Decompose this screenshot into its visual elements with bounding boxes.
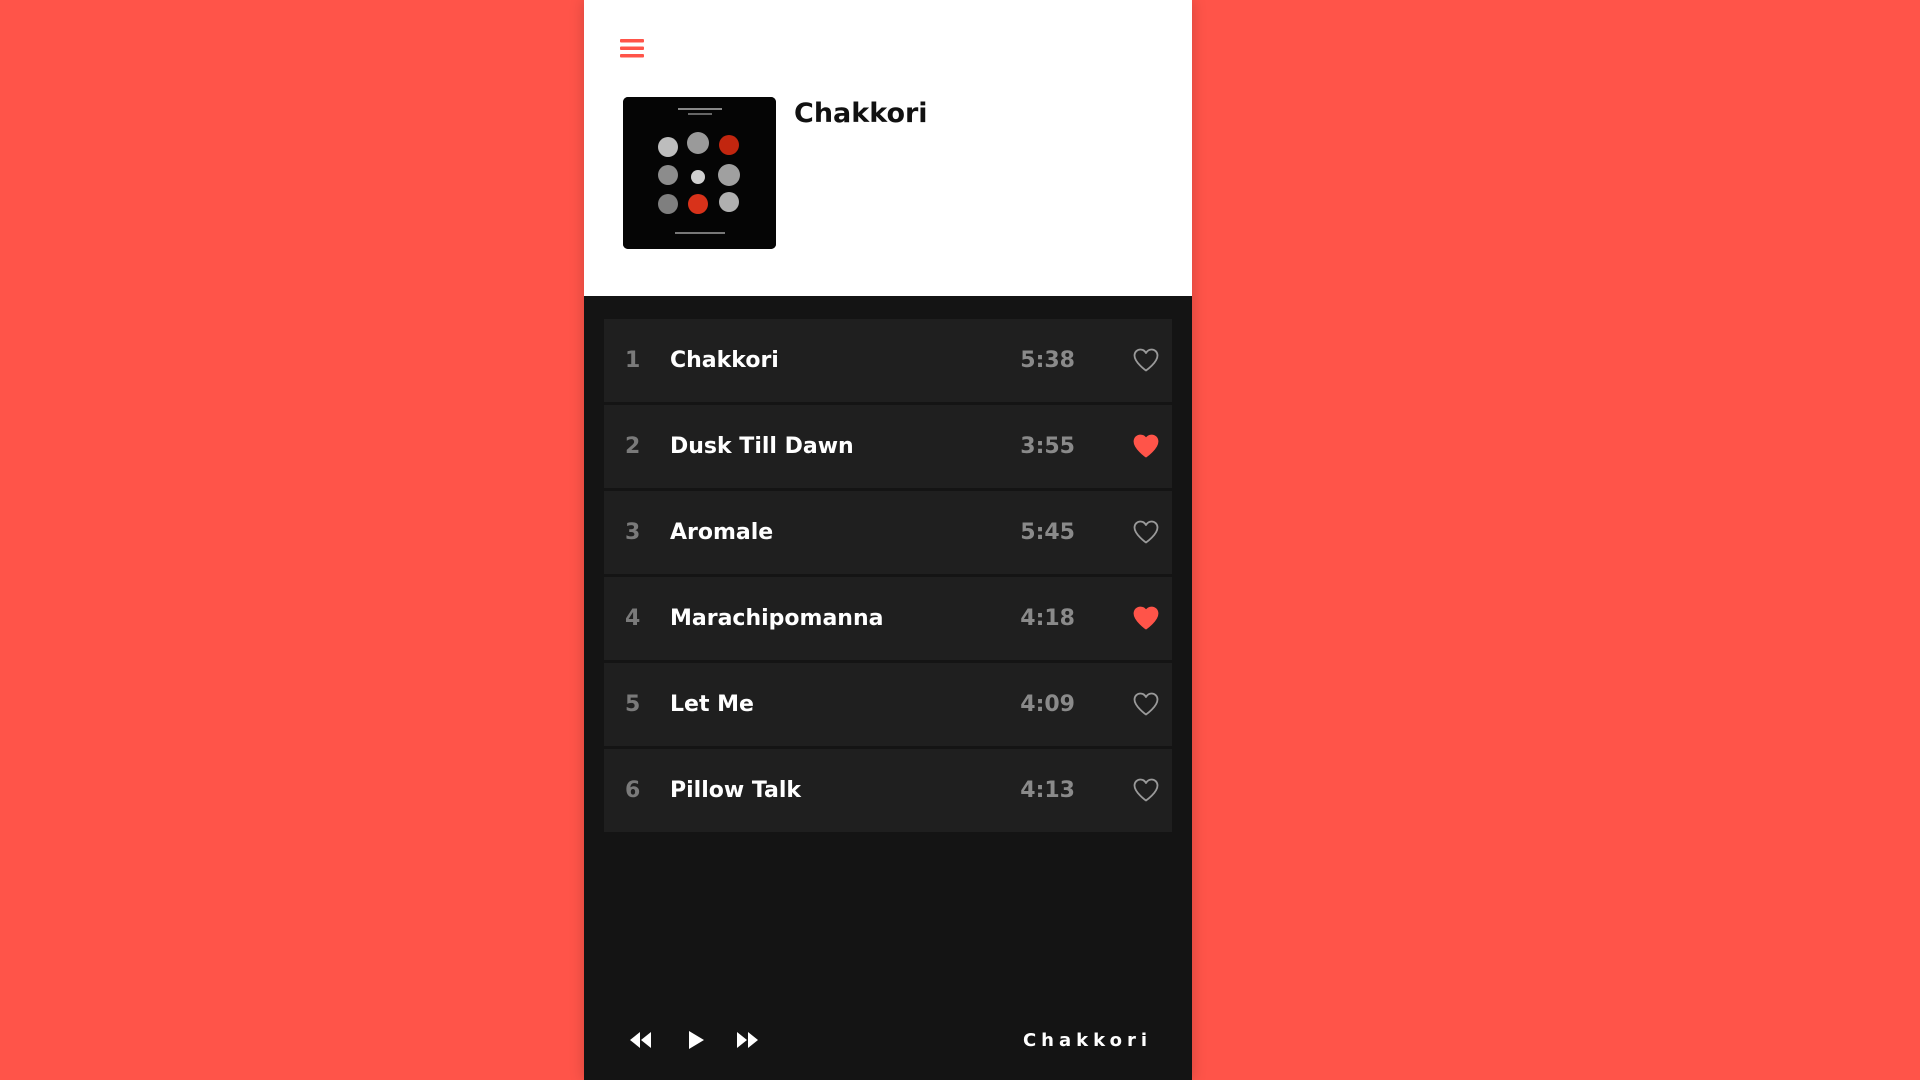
track-number: 4 [625,606,641,631]
heart-filled-icon[interactable] [1132,433,1160,459]
track-list: 1 Chakkori 5:38 2 Dusk Till Dawn 3:55 3 Aromale… [604,319,1172,835]
track-title: Dusk Till Dawn [670,434,854,459]
track-title: Pillow Talk [670,778,802,803]
track-duration: 3:55 [1020,434,1075,459]
track-duration: 4:13 [1020,778,1075,803]
track-row[interactable]: 3 Aromale 5:45 [604,491,1172,574]
player-controls: Chakkori [584,1000,1192,1080]
album-cover [623,97,776,249]
hamburger-menu-icon[interactable] [619,36,645,60]
fast-forward-icon[interactable] [734,1028,760,1052]
play-icon[interactable] [683,1028,709,1052]
track-duration: 5:38 [1020,348,1075,373]
rewind-icon[interactable] [628,1028,654,1052]
track-row[interactable]: 5 Let Me 4:09 [604,663,1172,746]
track-row[interactable]: 6 Pillow Talk 4:13 [604,749,1172,832]
track-number: 6 [625,778,641,803]
album-title: Chakkori [794,98,928,129]
music-player-app: Chakkori 1 Chakkori 5:38 2 Dusk Till Dawn 3:5… [584,0,1192,1080]
track-duration: 4:18 [1020,606,1075,631]
track-title: Chakkori [670,348,779,373]
track-title: Marachipomanna [670,606,884,631]
track-number: 2 [625,434,641,459]
track-row[interactable]: 2 Dusk Till Dawn 3:55 [604,405,1172,488]
heart-outline-icon[interactable] [1132,777,1160,803]
track-number: 5 [625,692,641,717]
track-title: Let Me [670,692,754,717]
heart-filled-icon[interactable] [1132,605,1160,631]
track-row[interactable]: 1 Chakkori 5:38 [604,319,1172,402]
track-title: Aromale [670,520,774,545]
track-duration: 4:09 [1020,692,1075,717]
track-number: 3 [625,520,641,545]
now-playing-title: Chakkori [1022,1030,1152,1051]
heart-outline-icon[interactable] [1132,519,1160,545]
track-number: 1 [625,348,641,373]
heart-outline-icon[interactable] [1132,347,1160,373]
album-header: Chakkori [584,0,1192,296]
track-row[interactable]: 4 Marachipomanna 4:18 [604,577,1172,660]
track-duration: 5:45 [1020,520,1075,545]
heart-outline-icon[interactable] [1132,691,1160,717]
